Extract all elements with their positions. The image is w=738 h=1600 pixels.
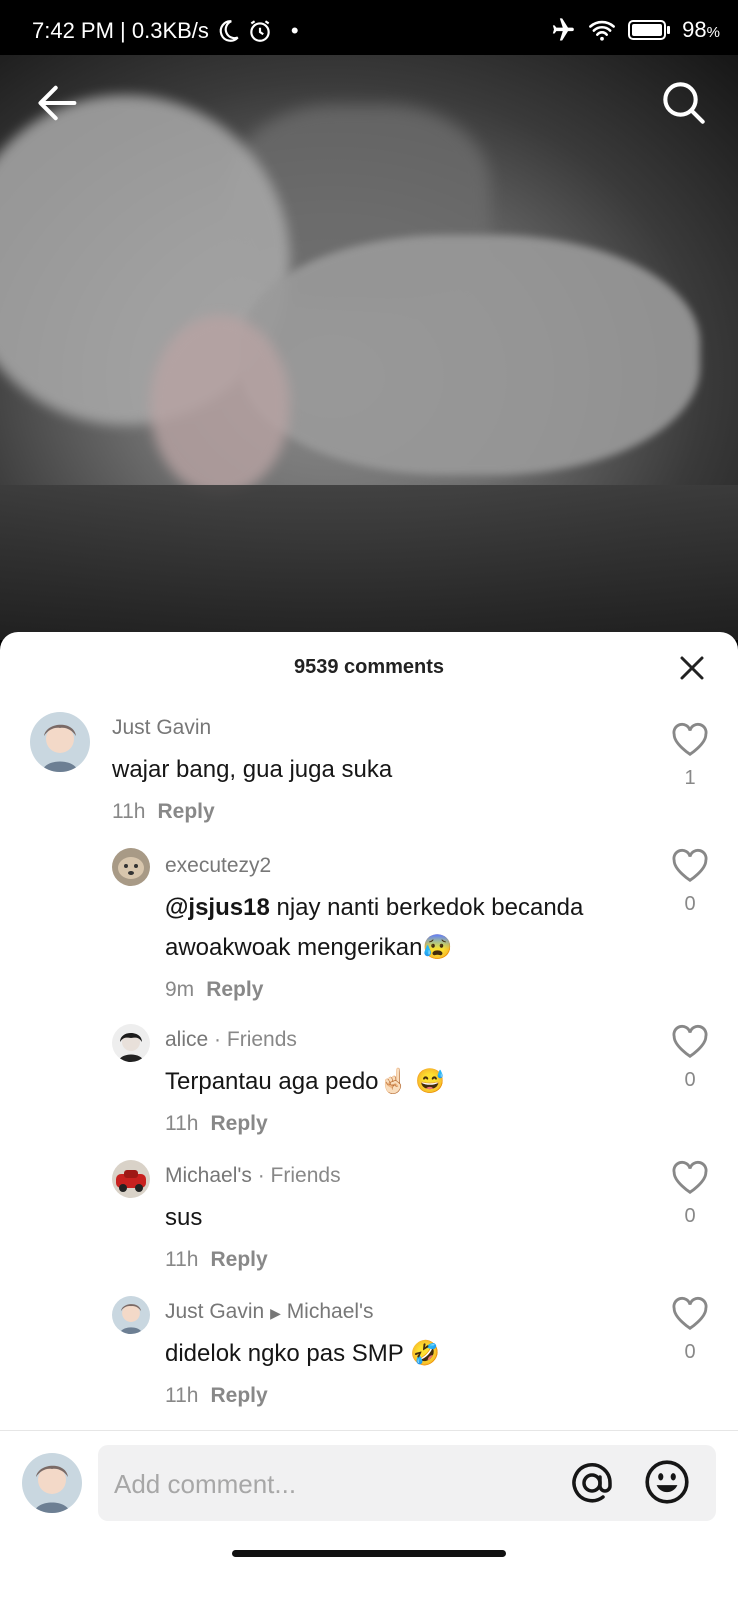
back-button[interactable] xyxy=(30,75,86,131)
heart-outline-icon xyxy=(672,1024,708,1058)
my-avatar[interactable] xyxy=(22,1453,82,1513)
emoji-button[interactable] xyxy=(642,1457,692,1507)
reply-button[interactable]: Reply xyxy=(157,800,214,823)
comment-username[interactable]: alice · Friends xyxy=(165,1028,297,1052)
heart-outline-icon xyxy=(672,1296,708,1330)
comment-meta: 11h Reply xyxy=(165,1384,268,1408)
comment-time: 11h xyxy=(165,1384,199,1407)
comment-username[interactable]: Just Gavin ▶ Michael's xyxy=(165,1300,374,1324)
comment-meta: 11h Reply xyxy=(165,1248,268,1272)
comment-item: Just Gavin ▶ Michael's didelok ngko pas … xyxy=(0,1294,738,1424)
heart-outline-icon xyxy=(672,722,708,756)
comment-username[interactable]: Just Gavin xyxy=(112,716,211,740)
video-frame[interactable] xyxy=(0,55,738,640)
avatar[interactable] xyxy=(112,1024,150,1062)
comment-input-bar xyxy=(0,1431,738,1600)
wifi-icon xyxy=(589,20,616,41)
friends-tag: · Friends xyxy=(257,1164,341,1187)
smiley-icon xyxy=(645,1460,689,1504)
reply-button[interactable]: Reply xyxy=(210,1384,267,1407)
comment-time: 11h xyxy=(165,1248,199,1271)
search-icon xyxy=(663,82,705,124)
reply-button[interactable]: Reply xyxy=(210,1112,267,1135)
dot-icon: • xyxy=(290,18,299,43)
comment-text: Terpantau aga pedo☝🏻 😅 xyxy=(165,1068,445,1095)
like-button[interactable]: 0 xyxy=(670,1160,710,1228)
moon-icon xyxy=(219,20,239,42)
like-button[interactable]: 0 xyxy=(670,1296,710,1364)
search-button[interactable] xyxy=(656,75,712,131)
close-button[interactable] xyxy=(670,646,714,690)
airplane-icon xyxy=(553,18,574,41)
reply-to-arrow-icon: ▶ xyxy=(270,1305,281,1321)
like-button[interactable]: 0 xyxy=(670,848,710,916)
comment-text: wajar bang, gua juga suka xyxy=(112,756,393,783)
like-button[interactable]: 0 xyxy=(670,1024,710,1092)
close-icon xyxy=(680,656,704,680)
comment-time: 11h xyxy=(112,800,146,823)
like-count: 1 xyxy=(684,767,696,789)
mention-button[interactable] xyxy=(568,1459,616,1507)
at-sign-icon xyxy=(572,1463,612,1503)
like-button[interactable]: 1 xyxy=(670,722,710,790)
comment-time: 11h xyxy=(165,1112,199,1135)
back-arrow-icon xyxy=(38,85,77,121)
avatar[interactable] xyxy=(112,1296,150,1334)
like-count: 0 xyxy=(684,893,696,915)
comment-item: alice · Friends Terpantau aga pedo☝🏻 😅 1… xyxy=(0,1022,738,1152)
avatar[interactable] xyxy=(30,712,90,772)
comment-time: 9m xyxy=(165,978,195,1001)
comment-meta: 11h Reply xyxy=(165,1112,268,1136)
like-count: 0 xyxy=(684,1205,696,1227)
comment-item: Just Gavin wajar bang, gua juga suka 11h… xyxy=(0,712,738,842)
avatar[interactable] xyxy=(112,1160,150,1198)
comment-item: executezy2 @jsjus18 njay nanti berkedok … xyxy=(0,846,738,1016)
heart-outline-icon xyxy=(672,1160,708,1194)
alarm-icon xyxy=(250,20,270,42)
home-indicator[interactable] xyxy=(232,1550,506,1557)
avatar[interactable] xyxy=(112,848,150,886)
status-right: 98% xyxy=(546,16,720,44)
comment-input-box[interactable] xyxy=(98,1445,716,1523)
status-left: 7:42 PM | 0.3KB/s • xyxy=(32,18,299,44)
comments-count-title: 9539 comments xyxy=(293,656,445,678)
reply-to-user[interactable]: Michael's xyxy=(287,1300,374,1323)
comment-username[interactable]: Michael's · Friends xyxy=(165,1164,341,1188)
comment-text: @jsjus18 njay nanti berkedok becanda awo… xyxy=(165,888,645,968)
comment-meta: 9m Reply xyxy=(165,978,263,1002)
like-count: 0 xyxy=(684,1069,696,1091)
comment-text: sus xyxy=(165,1204,203,1231)
heart-outline-icon xyxy=(672,848,708,882)
comment-input[interactable] xyxy=(112,1445,556,1523)
battery-icon xyxy=(628,20,671,40)
comment-item: Michael's · Friends sus 11h Reply 0 xyxy=(0,1158,738,1288)
mention-link[interactable]: @jsjus18 xyxy=(165,894,270,921)
friends-tag: · Friends xyxy=(214,1028,297,1051)
status-time: 7:42 PM | 0.3KB/s xyxy=(32,18,209,43)
like-count: 0 xyxy=(684,1341,696,1363)
comment-username[interactable]: executezy2 xyxy=(165,854,271,878)
reply-button[interactable]: Reply xyxy=(206,978,263,1001)
status-bar: 7:42 PM | 0.3KB/s • 98% xyxy=(0,0,738,55)
reply-button[interactable]: Reply xyxy=(210,1248,267,1271)
battery-level: 98% xyxy=(682,17,720,42)
comment-text: didelok ngko pas SMP 🤣 xyxy=(165,1340,440,1367)
comment-meta: 11h Reply xyxy=(112,800,215,824)
